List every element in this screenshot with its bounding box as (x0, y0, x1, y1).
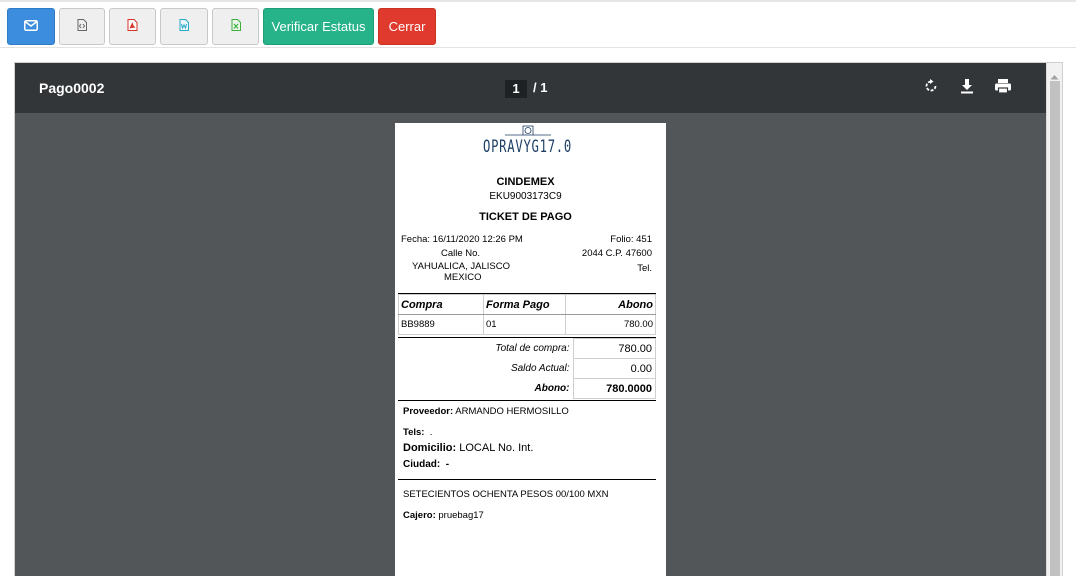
code-file-icon (77, 19, 87, 34)
cajero-line: Cajero: pruebag17 (403, 510, 484, 521)
table-cell: 780.00 (565, 314, 656, 335)
vertical-scrollbar[interactable] (1046, 63, 1062, 576)
page-total: / 1 (533, 80, 548, 95)
abono-label: Abono: (534, 383, 570, 394)
pdf-page: OPRAVYG17.0 CINDEMEX EKU9003173C9 TICKET… (395, 123, 666, 576)
tels-label: Tels: (403, 427, 425, 438)
pdf-viewer-toolbar: Pago0002 1 / 1 (15, 63, 1062, 113)
domicilio-value: LOCAL No. Int. (459, 442, 534, 454)
proveedor-line: Proveedor: ARMANDO HERMOSILLO (403, 406, 569, 417)
ticket-folio: Folio: 451 (610, 234, 652, 245)
column-header: Abono (565, 294, 656, 315)
ciudad-line: Ciudad: - (403, 459, 449, 470)
company-rfc: EKU9003173C9 (489, 191, 562, 202)
address-street: Calle No. (441, 248, 481, 259)
download-pdf-button[interactable] (109, 8, 156, 45)
ciudad-label: Ciudad: (403, 459, 441, 470)
logo-text: OPRAVYG17.0 (483, 137, 572, 157)
print-button[interactable] (993, 78, 1013, 98)
scrollbar-thumb[interactable] (1050, 81, 1060, 576)
download-doc-button[interactable] (160, 8, 208, 45)
company-name: CINDEMEX (496, 176, 555, 188)
saldo-value: 0.00 (572, 358, 656, 379)
totals-table: Total de compra: 780.00 Saldo Actual: 0.00… (398, 338, 656, 399)
pdf-page-area[interactable]: OPRAVYG17.0 CINDEMEX EKU9003173C9 TICKET… (15, 113, 1046, 576)
proveedor-label: Proveedor: (403, 406, 454, 417)
total-compra-value: 780.00 (572, 338, 656, 359)
download-button[interactable] (957, 78, 977, 98)
pdf-file-icon (127, 19, 138, 34)
top-toolbar: Verificar Estatus Cerrar (0, 0, 1076, 48)
address-cp: 2044 C.P. 47600 (581, 248, 652, 259)
proveedor-value: ARMANDO HERMOSILLO (455, 406, 569, 417)
abono-value: 780.0000 (572, 378, 656, 399)
divider (398, 479, 656, 480)
download-xml-button[interactable] (59, 8, 105, 45)
word-file-icon (179, 19, 189, 34)
table-cell: 01 (483, 314, 566, 335)
document-title: Pago0002 (39, 80, 105, 96)
download-icon (960, 78, 974, 99)
amount-in-words: SETECIENTOS OCHENTA PESOS 00/100 MXN (403, 489, 609, 500)
ticket-date: Fecha: 16/11/2020 12:26 PM (401, 234, 523, 245)
column-header: Compra (398, 294, 484, 315)
ciudad-value: - (445, 459, 450, 470)
page-number-input[interactable]: 1 (505, 80, 527, 98)
cajero-label: Cajero: (403, 510, 436, 521)
ticket-title: TICKET DE PAGO (479, 211, 572, 223)
tels-line: Tels: . (403, 427, 432, 438)
pdf-viewer: Pago0002 1 / 1 OPRAVYG17.0 CINDEMEX EKU9… (14, 62, 1063, 576)
rotate-icon (923, 78, 939, 99)
address-country: MEXICO (444, 272, 482, 283)
tels-value: . (429, 427, 433, 438)
table-header-row: Compra Forma Pago Abono (398, 294, 656, 315)
table-cell: BB9889 (398, 314, 484, 335)
address-city: YAHUALICA, JALISCO (412, 261, 511, 272)
download-xls-button[interactable] (212, 8, 259, 45)
domicilio-label: Domicilio: (403, 442, 457, 454)
rotate-button[interactable] (921, 78, 941, 98)
email-button[interactable] (7, 8, 55, 45)
purchases-table: Compra Forma Pago Abono BB9889 01 780.00 (398, 294, 656, 335)
divider (398, 400, 656, 401)
column-header: Forma Pago (483, 294, 566, 315)
table-row: BB9889 01 780.00 (398, 314, 656, 335)
close-button[interactable]: Cerrar (378, 8, 436, 45)
envelope-icon (24, 19, 38, 34)
total-compra-label: Total de compra: (495, 343, 570, 354)
excel-file-icon (231, 19, 241, 34)
print-icon (994, 78, 1012, 99)
domicilio-line: Domicilio: LOCAL No. Int. (403, 442, 533, 454)
saldo-label: Saldo Actual: (510, 363, 570, 374)
verify-status-button[interactable]: Verificar Estatus (263, 8, 374, 45)
address-tel: Tel. (637, 263, 652, 274)
cajero-value: pruebag17 (438, 510, 484, 521)
